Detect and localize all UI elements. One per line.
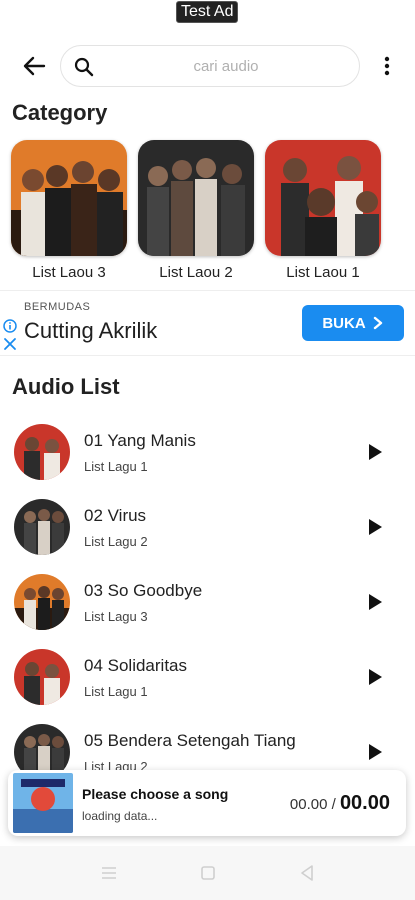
chevron-right-icon — [373, 316, 382, 330]
home-icon[interactable] — [197, 862, 219, 884]
ad-brand: BERMUDAS — [24, 301, 91, 313]
search-icon — [74, 57, 94, 77]
info-icon[interactable] — [3, 319, 17, 333]
more-vertical-icon — [384, 56, 390, 76]
play-icon[interactable] — [366, 593, 384, 611]
category-thumbnail — [138, 140, 254, 256]
ad-open-label: BUKA — [322, 314, 366, 332]
audio-title: 01 Yang Manis — [84, 431, 196, 450]
category-label: List Laou 2 — [159, 264, 233, 281]
category-heading: Category — [12, 100, 108, 125]
category-thumbnail — [265, 140, 381, 256]
category-thumbnail — [11, 140, 127, 256]
play-icon[interactable] — [366, 668, 384, 686]
audio-list-label: List Lagu 2 — [84, 759, 148, 770]
audio-thumbnail — [14, 424, 70, 480]
play-icon[interactable] — [366, 743, 384, 761]
audio-item[interactable]: 03 So Goodbye List Lagu 3 — [0, 565, 415, 640]
category-label: List Laou 3 — [32, 264, 106, 281]
ad-banner[interactable]: BERMUDAS Cutting Akrilik BUKA — [0, 290, 415, 356]
menu-icon[interactable] — [98, 862, 120, 884]
player-status: loading data... — [82, 809, 158, 823]
audio-title: 05 Bendera Setengah Tiang — [84, 731, 296, 750]
system-nav-bar — [0, 846, 415, 900]
audio-thumbnail — [14, 574, 70, 630]
search-input[interactable] — [101, 46, 351, 86]
search-box[interactable] — [60, 45, 360, 87]
audio-list-label: List Lagu 1 — [84, 684, 148, 699]
audio-list-label: List Lagu 1 — [84, 459, 148, 474]
back-button[interactable] — [20, 52, 48, 80]
ad-headline[interactable]: Cutting Akrilik — [24, 318, 157, 344]
player-time: 00.00 / 00.00 — [290, 792, 390, 815]
audio-item[interactable]: 01 Yang Manis List Lagu 1 — [0, 415, 415, 490]
play-icon[interactable] — [366, 518, 384, 536]
audio-thumbnail — [14, 649, 70, 705]
category-card[interactable]: List Laou 2 — [138, 140, 254, 281]
play-icon[interactable] — [366, 443, 384, 461]
audio-thumbnail — [14, 724, 70, 770]
audio-item[interactable]: 04 Solidaritas List Lagu 1 — [0, 640, 415, 715]
arrow-left-icon — [23, 56, 46, 76]
player-artwork — [13, 773, 73, 833]
audio-title: 02 Virus — [84, 506, 147, 525]
audio-thumbnail — [14, 499, 70, 555]
category-card[interactable]: List Laou 3 — [11, 140, 127, 281]
test-ad-badge: Test Ad — [176, 1, 239, 23]
audio-title: 03 So Goodbye — [84, 581, 203, 600]
category-label: List Laou 1 — [286, 264, 360, 281]
player-total-time: 00.00 — [339, 792, 390, 814]
category-card[interactable]: List Laou 1 — [265, 140, 381, 281]
more-menu-button[interactable] — [376, 52, 398, 80]
close-icon[interactable] — [3, 337, 17, 351]
audio-item[interactable]: 05 Bendera Setengah Tiang List Lagu 2 — [0, 715, 415, 770]
audio-title: 04 Solidaritas — [84, 656, 188, 675]
audio-list-label: List Lagu 2 — [84, 534, 148, 549]
back-triangle-icon[interactable] — [296, 862, 318, 884]
audio-list[interactable]: 01 Yang Manis List Lagu 1 02 Virus List … — [0, 415, 415, 770]
top-bar — [0, 44, 415, 88]
player-current-time: 00.00 / — [289, 796, 336, 813]
audio-list-label: List Lagu 3 — [84, 609, 148, 624]
audio-list-heading: Audio List — [12, 374, 120, 399]
mini-player[interactable]: Please choose a song loading data... 00.… — [8, 770, 406, 836]
player-song-title: Please choose a song — [82, 786, 229, 802]
ad-open-button[interactable]: BUKA — [302, 305, 404, 341]
audio-item[interactable]: 02 Virus List Lagu 2 — [0, 490, 415, 565]
